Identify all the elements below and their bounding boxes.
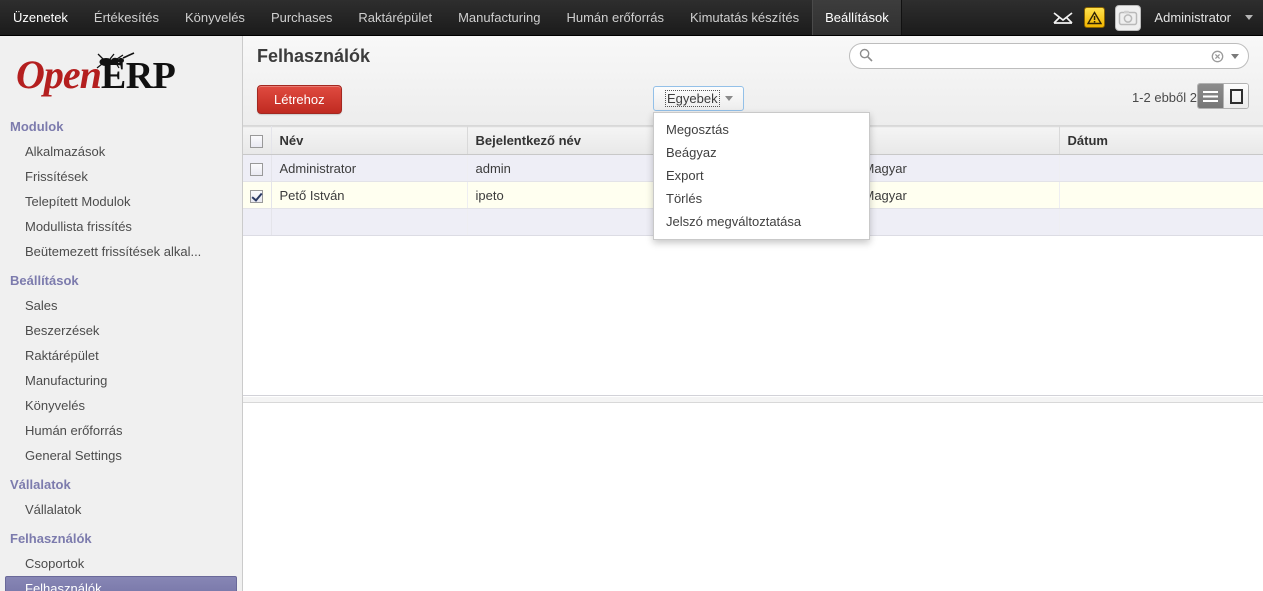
envelope-icon[interactable] — [1052, 7, 1074, 29]
sidebar: OpenERP Modulok Alkalmazások Frissítések… — [0, 36, 243, 591]
sidebar-item-csoportok[interactable]: Csoportok — [5, 551, 237, 576]
username-label[interactable]: Administrator — [1151, 10, 1231, 25]
ant-icon — [90, 51, 136, 71]
avatar[interactable] — [1115, 4, 1142, 31]
cell-nev: Administrator — [271, 154, 468, 183]
view-switcher — [1197, 83, 1249, 109]
sidebar-item-frissitesek[interactable]: Frissítések — [5, 164, 237, 189]
sidebar-item-telepitett-modulok[interactable]: Telepített Modulok — [5, 189, 237, 214]
clear-circle-icon[interactable] — [1211, 50, 1224, 63]
page-title: Felhasználók — [257, 46, 371, 66]
menu-item-export[interactable]: Export — [654, 164, 869, 187]
column-header-nev[interactable]: Név — [271, 125, 468, 156]
sidebar-item-alkalmazasok[interactable]: Alkalmazások — [5, 139, 237, 164]
sidebar-item-raktarepulet[interactable]: Raktárépület — [5, 343, 237, 368]
menu-item-jelszo-megvaltoztatasa[interactable]: Jelszó megváltoztatása — [654, 210, 869, 233]
openerp-logo[interactable]: OpenERP — [0, 36, 242, 110]
sidebar-section-beallitasok: Beállítások — [10, 273, 79, 288]
menu-item-torles[interactable]: Törlés — [654, 187, 869, 210]
row-checkbox-cell[interactable] — [243, 181, 272, 210]
cell-datum — [1059, 154, 1263, 183]
footer-cell-checkbox — [243, 208, 272, 237]
main-content: Felhasználók Létrehoz Egyebek 1-2 ebből … — [243, 36, 1263, 591]
sidebar-item-general-settings[interactable]: General Settings — [5, 443, 237, 468]
chevron-down-icon — [724, 96, 733, 101]
sidebar-item-vallalatok[interactable]: Vállalatok — [5, 497, 237, 522]
sidebar-section-modulok: Modulok — [10, 119, 64, 134]
more-dropdown-button[interactable]: Egyebek — [653, 86, 744, 111]
chevron-down-icon[interactable] — [1245, 15, 1253, 20]
sidebar-item-sales[interactable]: Sales — [5, 293, 237, 318]
pager-label[interactable]: 1-2 ebből 2 — [1132, 90, 1197, 105]
sidebar-item-beutemezett-frissitesek[interactable]: Beütemezett frissítések alkal... — [5, 239, 237, 264]
top-nav-user-area: Administrator — [1052, 0, 1263, 35]
search-icon — [859, 48, 873, 65]
list-view-icon[interactable] — [1198, 84, 1223, 108]
sidebar-item-manufacturing[interactable]: Manufacturing — [5, 368, 237, 393]
nav-item-manufacturing[interactable]: Manufacturing — [445, 0, 553, 35]
sidebar-item-human-eroforras[interactable]: Humán erőforrás — [5, 418, 237, 443]
footer-cell-nev — [271, 208, 468, 237]
cell-datum — [1059, 181, 1263, 210]
row-checkbox[interactable] — [250, 162, 264, 176]
top-navigation-bar: Üzenetek Értékesítés Könyvelés Purchases… — [0, 0, 1263, 36]
column-header-datum[interactable]: Dátum — [1059, 125, 1263, 156]
nav-item-beallitasok[interactable]: Beállítások — [812, 0, 902, 35]
sidebar-item-beszerzesek[interactable]: Beszerzések — [5, 318, 237, 343]
form-view-icon[interactable] — [1223, 84, 1248, 108]
footer-cell-datum — [1059, 208, 1263, 237]
row-checkbox[interactable] — [250, 189, 264, 203]
sidebar-item-felhasznalok[interactable]: Felhasználók — [5, 576, 237, 591]
nav-item-konyveles[interactable]: Könyvelés — [172, 0, 258, 35]
more-dropdown-label: Egyebek — [665, 90, 720, 107]
menu-item-megosztas[interactable]: Megosztás — [654, 118, 869, 141]
content-header: Felhasználók Létrehoz Egyebek 1-2 ebből … — [243, 36, 1263, 240]
menu-item-beagyaz[interactable]: Beágyaz — [654, 141, 869, 164]
select-all-checkbox[interactable] — [250, 135, 264, 149]
sidebar-section-vallalatok: Vállalatok — [10, 477, 71, 492]
search-input[interactable] — [873, 48, 1211, 64]
logo-open-text: Open — [16, 51, 102, 97]
chevron-down-icon[interactable] — [1231, 53, 1239, 59]
footer-cell-nyelv — [855, 208, 1060, 237]
select-all-checkbox-cell[interactable] — [243, 125, 272, 156]
top-nav-links: Üzenetek Értékesítés Könyvelés Purchases… — [0, 0, 902, 35]
nav-item-human-eroforras[interactable]: Humán erőforrás — [553, 0, 677, 35]
nav-item-raktarepulet[interactable]: Raktárépület — [345, 0, 445, 35]
nav-item-kimutatas-keszites[interactable]: Kimutatás készítés — [677, 0, 812, 35]
nav-item-purchases[interactable]: Purchases — [258, 0, 345, 35]
list-bottom-divider — [243, 397, 1263, 403]
cell-nyelv: Magyar — [855, 154, 1060, 183]
cell-nev: Pető István — [271, 181, 468, 210]
more-dropdown-menu: Megosztás Beágyaz Export Törlés Jelszó m… — [653, 112, 870, 240]
create-button[interactable]: Létrehoz — [257, 85, 342, 114]
sidebar-item-konyveles[interactable]: Könyvelés — [5, 393, 237, 418]
row-checkbox-cell[interactable] — [243, 154, 272, 183]
search-box[interactable] — [849, 43, 1249, 69]
cell-nyelv: Magyar — [855, 181, 1060, 210]
sidebar-section-felhasznalok: Felhasználók — [10, 531, 92, 546]
nav-item-uzenetek[interactable]: Üzenetek — [0, 0, 81, 35]
column-header-nyelv[interactable] — [855, 125, 1060, 156]
warning-triangle-icon[interactable] — [1084, 7, 1106, 28]
nav-item-ertekesites[interactable]: Értékesítés — [81, 0, 172, 35]
list-bottom-spacer — [243, 352, 1263, 396]
sidebar-item-modullista-frissites[interactable]: Modullista frissítés — [5, 214, 237, 239]
